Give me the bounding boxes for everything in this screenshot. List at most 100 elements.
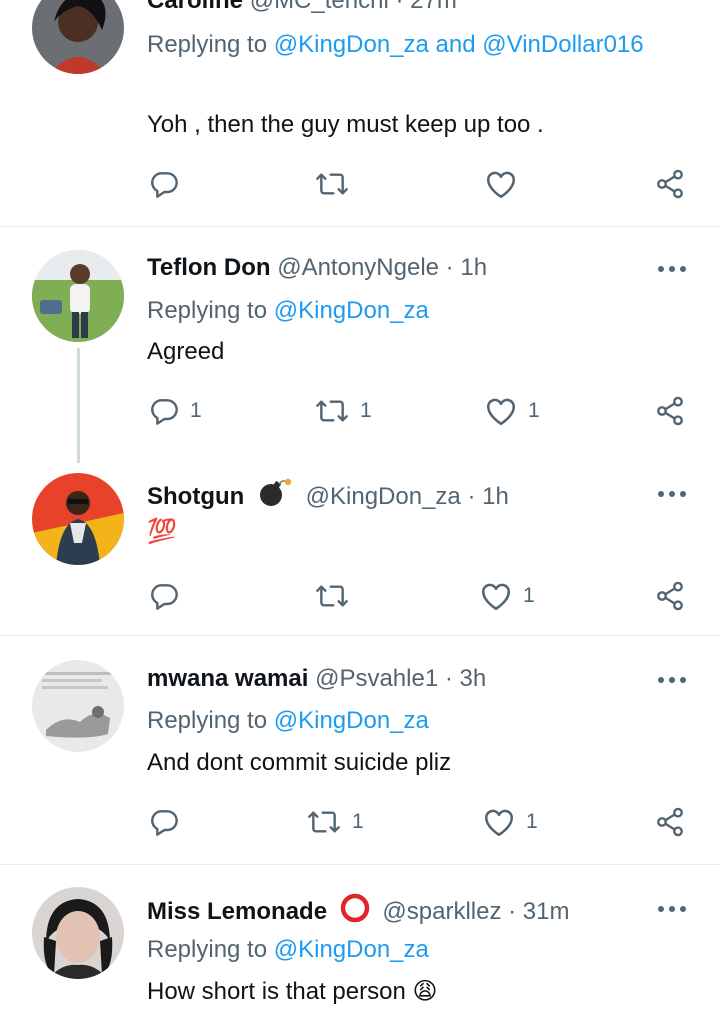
tweet-header: Miss Lemonade @sparkllez · 31m xyxy=(147,893,569,931)
tweet-shotgun[interactable]: Shotgun @KingDon_za · 1h 💯 1 xyxy=(0,463,720,635)
like-button[interactable] xyxy=(484,167,518,201)
mention-joiner: and xyxy=(435,31,476,58)
tweet-text: And dont commit suicide pliz xyxy=(147,749,452,776)
reply-count: 1 xyxy=(190,399,202,422)
reply-button[interactable] xyxy=(148,579,180,613)
share-icon xyxy=(654,580,686,612)
like-count: 1 xyxy=(528,399,540,422)
avatar[interactable] xyxy=(32,473,124,565)
retweet-button[interactable] xyxy=(314,167,350,201)
user-handle[interactable]: @MC_tenchi xyxy=(250,0,389,14)
separator: · xyxy=(395,0,404,14)
replying-label: Replying to xyxy=(147,707,268,734)
retweet-count: 1 xyxy=(360,399,372,422)
like-count: 1 xyxy=(523,584,535,607)
tweet-header: Teflon Don @AntonyNgele · 1h xyxy=(147,253,487,283)
tweet-text: Agreed xyxy=(147,338,225,365)
timestamp[interactable]: 27m xyxy=(410,0,457,14)
display-name[interactable]: Shotgun xyxy=(147,483,244,510)
replying-label: Replying to xyxy=(147,297,268,324)
replying-label: Replying to xyxy=(147,936,268,963)
avatar[interactable] xyxy=(32,250,124,342)
share-button[interactable] xyxy=(654,805,686,839)
mention-link[interactable]: @VinDollar016 xyxy=(482,31,643,58)
retweet-button[interactable]: 1 xyxy=(314,394,372,428)
reply-icon xyxy=(148,580,180,612)
like-icon xyxy=(484,395,518,427)
timestamp[interactable]: 31m xyxy=(523,898,570,925)
separator: · xyxy=(508,898,517,925)
user-handle[interactable]: @KingDon_za xyxy=(306,483,461,510)
thread-connector xyxy=(77,348,80,463)
action-bar: 1 1 1 xyxy=(0,394,720,428)
replying-to: Replying to @KingDon_za and @VinDollar01… xyxy=(147,26,647,63)
more-icon[interactable] xyxy=(656,901,688,917)
display-name[interactable]: Caroline xyxy=(147,0,243,14)
like-count: 1 xyxy=(526,810,538,833)
replying-to: Replying to @KingDon_za xyxy=(147,292,647,329)
more-icon[interactable] xyxy=(656,486,688,502)
retweet-icon xyxy=(314,395,350,427)
timestamp[interactable]: 1h xyxy=(460,254,487,281)
like-button[interactable]: 1 xyxy=(479,579,535,613)
user-handle[interactable]: @AntonyNgele xyxy=(277,254,439,281)
display-name[interactable]: mwana wamai xyxy=(147,665,308,692)
reply-icon xyxy=(148,395,180,427)
retweet-button[interactable] xyxy=(314,579,350,613)
separator: · xyxy=(445,254,454,281)
retweet-button[interactable]: 1 xyxy=(306,805,364,839)
tweet-miss-lemonade[interactable]: Miss Lemonade @sparkllez · 31m Replying … xyxy=(0,865,720,1029)
tweet-text: Yoh , then the guy must keep up too . xyxy=(147,111,544,138)
like-icon xyxy=(482,806,516,838)
retweet-icon xyxy=(306,806,342,838)
reply-button[interactable] xyxy=(148,167,180,201)
tweet-header: Shotgun @KingDon_za · 1h xyxy=(147,478,509,516)
action-bar xyxy=(0,167,720,201)
share-button[interactable] xyxy=(654,579,686,613)
tweet-teflon-don[interactable]: Teflon Don @AntonyNgele · 1h Replying to… xyxy=(0,227,720,463)
share-button[interactable] xyxy=(654,167,686,201)
avatar[interactable] xyxy=(32,887,124,979)
tweet-mwana-wamai[interactable]: mwana wamai @Psvahle1 · 3h Replying to @… xyxy=(0,636,720,864)
mention-link[interactable]: @KingDon_za xyxy=(274,707,429,734)
more-icon[interactable] xyxy=(656,672,688,688)
share-icon xyxy=(654,806,686,838)
mention-link[interactable]: @KingDon_za xyxy=(274,297,429,324)
share-button[interactable] xyxy=(654,394,686,428)
action-bar: 1 xyxy=(0,579,720,613)
user-handle[interactable]: @sparkllez xyxy=(382,898,501,925)
display-name[interactable]: Miss Lemonade xyxy=(147,898,327,925)
reply-button[interactable]: 1 xyxy=(148,394,202,428)
separator: · xyxy=(467,483,476,510)
replying-to: Replying to @KingDon_za xyxy=(147,702,647,739)
reply-button[interactable] xyxy=(148,805,180,839)
display-name[interactable]: Teflon Don xyxy=(147,254,271,281)
more-icon[interactable] xyxy=(656,0,688,4)
timestamp[interactable]: 3h xyxy=(460,665,487,692)
retweet-icon xyxy=(314,580,350,612)
like-button[interactable]: 1 xyxy=(482,805,538,839)
share-icon xyxy=(654,395,686,427)
share-icon xyxy=(654,168,686,200)
user-handle[interactable]: @Psvahle1 xyxy=(315,665,438,692)
tweet-header: Caroline @MC_tenchi · 27m xyxy=(147,0,457,16)
mention-link[interactable]: @KingDon_za xyxy=(274,31,429,58)
timestamp[interactable]: 1h xyxy=(482,483,509,510)
bomb-icon xyxy=(257,478,293,516)
tweet-text: How short is that person 😩 xyxy=(147,978,438,1005)
like-button[interactable]: 1 xyxy=(484,394,540,428)
mention-link[interactable]: @KingDon_za xyxy=(274,936,429,963)
more-icon[interactable] xyxy=(656,261,688,277)
tweet-caroline[interactable]: Caroline @MC_tenchi · 27m Replying to @K… xyxy=(0,0,720,226)
avatar[interactable] xyxy=(32,0,124,74)
avatar[interactable] xyxy=(32,660,124,752)
retweet-icon xyxy=(314,168,350,200)
action-bar: 1 1 xyxy=(0,805,720,839)
reply-icon xyxy=(148,806,180,838)
tweet-text: 💯 xyxy=(147,518,177,545)
replying-label: Replying to xyxy=(147,31,268,58)
replying-to: Replying to @KingDon_za xyxy=(147,931,647,968)
tweet-header: mwana wamai @Psvahle1 · 3h xyxy=(147,664,486,694)
red-circle-icon xyxy=(340,893,370,931)
like-icon xyxy=(479,580,513,612)
